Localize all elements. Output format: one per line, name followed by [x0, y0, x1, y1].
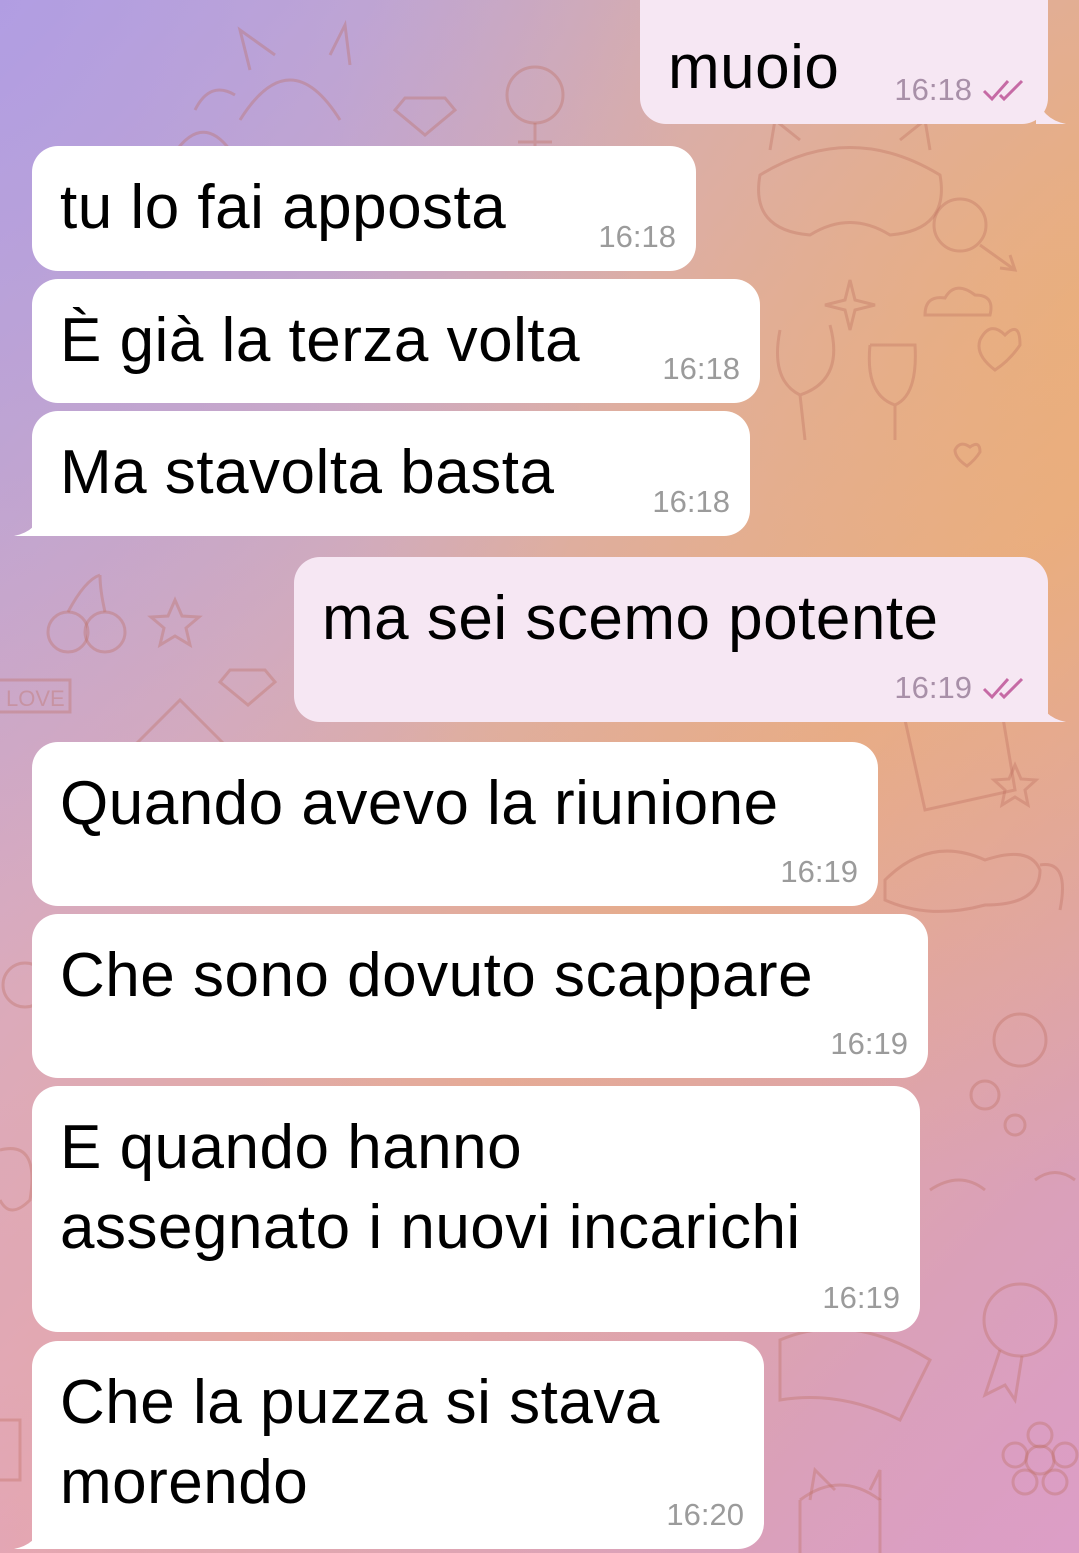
- message-meta: 16:19: [894, 670, 1028, 706]
- message-text-line-1: Che la puzza si stava: [60, 1368, 660, 1437]
- message-meta: 16:18: [652, 484, 730, 520]
- cake-doodle: [778, 1327, 932, 1423]
- rosette-doodle: [982, 1282, 1058, 1358]
- bubble-tail: [1036, 692, 1066, 722]
- message-bubble-outgoing[interactable]: ma sei scemo potente 16:19: [294, 557, 1066, 722]
- message-text: Che sono dovuto scappare: [60, 941, 814, 1010]
- headband-doodle: [238, 78, 342, 121]
- message-text: ma sei scemo potente: [322, 584, 939, 653]
- message-time: 16:19: [822, 1280, 900, 1315]
- diamond-doodle: [392, 96, 458, 137]
- wine-glass-doodle-2: [867, 343, 917, 440]
- message-bubble-incoming[interactable]: Ma stavolta basta 16:18: [14, 411, 750, 536]
- message-bubble-incoming[interactable]: È già la terza volta 16:18: [32, 279, 760, 403]
- message-bubble-incoming[interactable]: E quando hanno assegnato i nuovi incaric…: [32, 1086, 920, 1332]
- cherry-doodle: [46, 610, 90, 654]
- love-banner-text: LOVE: [6, 686, 65, 711]
- message-bubble-outgoing[interactable]: muoio 16:18: [640, 0, 1066, 124]
- message-time: 16:19: [830, 1026, 908, 1061]
- sleep-mask-doodle: [883, 849, 1042, 913]
- message-meta: 16:19: [780, 854, 858, 890]
- message-text-line-1: E quando hanno: [60, 1113, 523, 1182]
- bubble-tail: [14, 1519, 44, 1549]
- message-time: 16:18: [598, 219, 676, 254]
- message-time: 16:18: [652, 484, 730, 519]
- message-text: Quando avevo la riunione: [60, 769, 779, 838]
- bubble-tail: [14, 506, 44, 536]
- message-text: tu lo fai apposta: [60, 173, 507, 242]
- message-time: 16:20: [666, 1497, 744, 1532]
- message-meta: 16:20: [666, 1497, 744, 1533]
- heart-doodle: [977, 327, 1022, 372]
- wine-glass-doodle: [776, 324, 836, 441]
- message-bubble-incoming[interactable]: Che la puzza si stava morendo 16:20: [14, 1341, 764, 1549]
- message-text: È già la terza volta: [60, 306, 581, 375]
- message-meta: 16:18: [662, 351, 740, 387]
- message-meta: 16:18: [894, 72, 1028, 108]
- double-check-icon: [982, 79, 1024, 102]
- horn-doodle: [237, 26, 276, 71]
- bubble-tail: [1036, 94, 1066, 124]
- diamond-doodle-2: [217, 668, 278, 707]
- star-doodle: [147, 596, 203, 649]
- message-meta: 16:18: [598, 219, 676, 255]
- message-time: 16:19: [894, 670, 972, 705]
- message-text-line-2: morendo: [60, 1448, 309, 1517]
- message-bubble-incoming[interactable]: Quando avevo la riunione 16:19: [32, 742, 878, 906]
- message-time: 16:18: [662, 351, 740, 386]
- message-time: 16:18: [894, 72, 972, 107]
- wings-doodle: [929, 1171, 1076, 1192]
- leaf-doodle-2: [0, 1147, 34, 1212]
- cloud-doodle: [923, 286, 993, 317]
- chocolate-doodle: [992, 1012, 1048, 1068]
- message-meta: 16:19: [830, 1026, 908, 1062]
- message-time: 16:19: [780, 854, 858, 889]
- venus-symbol-doodle: [505, 65, 565, 125]
- mars-symbol-doodle: [932, 197, 988, 253]
- message-text-line-2: assegnato i nuovi incarichi: [60, 1193, 801, 1262]
- message-text: Ma stavolta basta: [60, 438, 555, 507]
- double-check-icon: [982, 677, 1024, 700]
- message-bubble-incoming[interactable]: tu lo fai apposta 16:18: [32, 146, 696, 271]
- mask-doodle: [757, 146, 943, 237]
- sparkle-doodle: [824, 279, 876, 331]
- message-meta: 16:19: [822, 1280, 900, 1316]
- message-bubble-incoming[interactable]: Che sono dovuto scappare 16:19: [32, 914, 928, 1078]
